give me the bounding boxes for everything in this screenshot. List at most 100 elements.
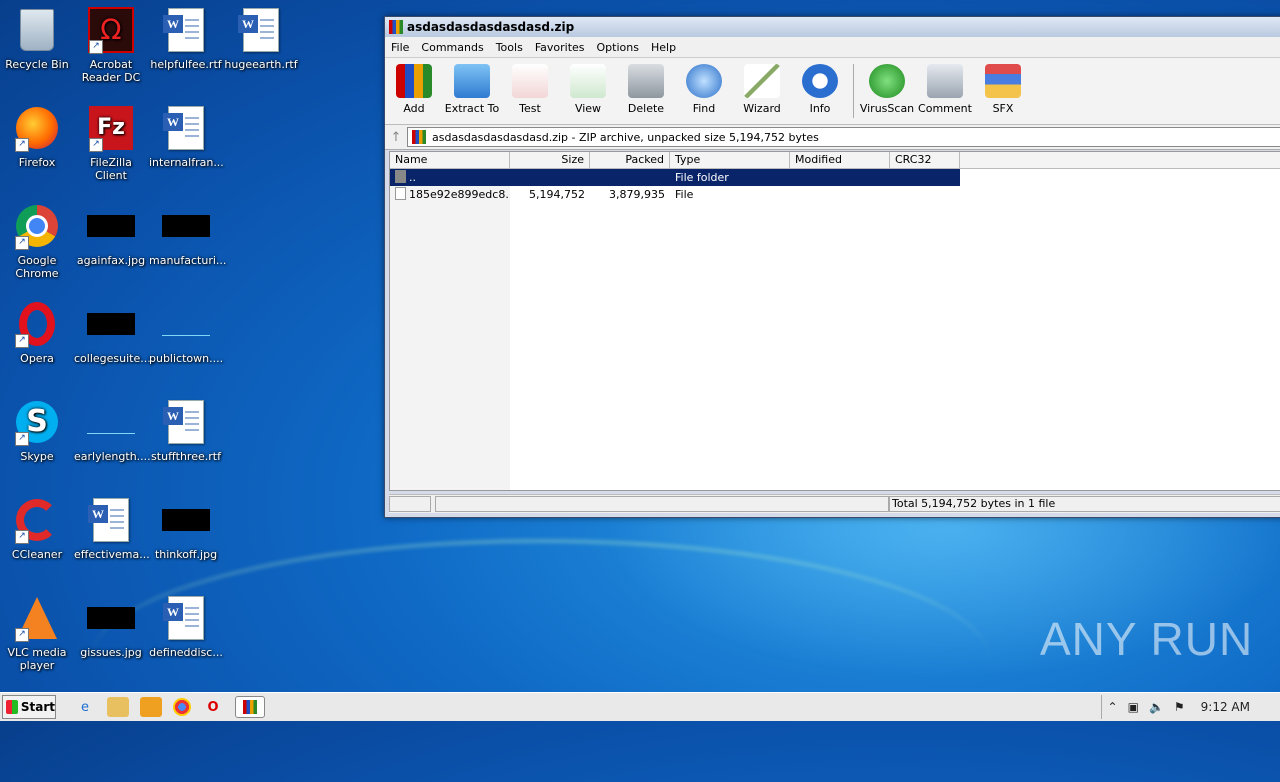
jpg-thumb-icon [162, 300, 210, 348]
menu-tools[interactable]: Tools [490, 41, 529, 54]
clock[interactable]: 9:12 AM [1201, 700, 1250, 714]
file-icon [395, 187, 406, 200]
toolbar-find-button[interactable]: Find [675, 62, 733, 115]
col-packed[interactable]: Packed [590, 152, 670, 168]
desktop-icon[interactable]: Whugeearth.rtf [224, 6, 298, 71]
toolbar-delete-button[interactable]: Delete [617, 62, 675, 115]
col-size[interactable]: Size [510, 152, 590, 168]
desktop-icon[interactable]: gissues.jpg [74, 594, 148, 659]
menu-help[interactable]: Help [645, 41, 682, 54]
file-list[interactable]: Name Size Packed Type Modified CRC32 .. F… [389, 151, 1280, 491]
menu-file[interactable]: File [385, 41, 415, 54]
toolbar-add-button[interactable]: Add [385, 62, 443, 115]
table-row[interactable]: .. File folder [390, 169, 960, 186]
desktop-icon-label: effectivema... [74, 548, 150, 561]
desktop-icon[interactable]: Ω ↗ Acrobat Reader DC [74, 6, 148, 84]
toolbar-extract-to-button[interactable]: Extract To [443, 62, 501, 115]
system-tray: ⌃ ▣ 🔈 ⚑ 9:12 AM [1100, 695, 1280, 719]
desktop-icon[interactable]: Wstuffthree.rtf [149, 398, 223, 463]
table-row[interactable]: 185e92e899edc8... 5,194,752 3,879,935 File [390, 186, 1280, 203]
col-name[interactable]: Name [390, 152, 510, 168]
comment-icon [927, 64, 963, 98]
desktop-icon[interactable]: collegesuite.... [74, 300, 154, 365]
desktop-icon-label: stuffthree.rtf [151, 450, 221, 463]
word-doc-icon: W [87, 496, 135, 544]
jpg-thumb-icon [87, 300, 135, 348]
toolbar-test-button[interactable]: Test [501, 62, 559, 115]
ie-icon[interactable]: e [74, 697, 96, 717]
table-cell: 5,194,752 [529, 188, 585, 201]
desktop-icon[interactable]: thinkoff.jpg [149, 496, 223, 561]
view-icon [570, 64, 606, 98]
menu-favorites[interactable]: Favorites [529, 41, 591, 54]
toolbar-virusscan-button[interactable]: VirusScan [858, 62, 916, 115]
network-icon[interactable]: ▣ [1128, 700, 1139, 714]
desktop-icon[interactable]: ↗ CCleaner [0, 496, 74, 561]
desktop-icon[interactable]: againfax.jpg [74, 202, 148, 267]
desktop-icon-label: VLC media player [7, 646, 67, 672]
jpg-thumb-icon [87, 398, 135, 446]
desktop-icon[interactable]: earlylength.... [74, 398, 151, 463]
toolbar-comment-button[interactable]: Comment [916, 62, 974, 115]
desktop-icon[interactable]: Fz ↗ FileZilla Client [74, 104, 148, 182]
table-cell [790, 186, 890, 203]
winrar-taskbar-icon[interactable] [235, 696, 265, 718]
tray-expand-icon[interactable]: ⌃ [1108, 700, 1118, 714]
desktop-icon-label: Skype [20, 450, 54, 463]
desktop-icon[interactable]: ↗ Firefox [0, 104, 74, 169]
desktop-icon[interactable]: Winternalfran... [149, 104, 224, 169]
toolbar-view-button[interactable]: View [559, 62, 617, 115]
volume-icon[interactable]: 🔈 [1149, 700, 1164, 714]
desktop-icon-label: helpfulfee.rtf [150, 58, 222, 71]
desktop-icon[interactable]: ↗ Opera [0, 300, 74, 365]
window-title: asdasdasdasdasdasd.zip [407, 20, 575, 34]
menu-options[interactable]: Options [591, 41, 645, 54]
up-arrow-icon[interactable]: ↑ [385, 130, 407, 145]
desktop-icon-label: Google Chrome [15, 254, 59, 280]
toolbar-label: Wizard [743, 102, 781, 115]
toolbar-info-button[interactable]: Info [791, 62, 849, 115]
col-type[interactable]: Type [670, 152, 790, 168]
title-bar[interactable]: asdasdasdasdasdasd.zip [385, 17, 1280, 37]
toolbar-label: Extract To [444, 102, 500, 115]
find-icon [686, 64, 722, 98]
col-crc32[interactable]: CRC32 [890, 152, 960, 168]
desktop-icon[interactable]: ↗ VLC media player [0, 594, 74, 672]
table-cell [590, 169, 670, 186]
drive-icon [389, 496, 431, 512]
desktop-icon-label: earlylength.... [74, 450, 151, 463]
menu-bar: File Commands Tools Favorites Options Help [385, 37, 1280, 58]
desktop-icon[interactable]: manufacturi... [149, 202, 226, 267]
toolbar-label: Test [519, 102, 541, 115]
desktop-icon[interactable]: ↗ Google Chrome [0, 202, 74, 280]
flag-icon[interactable]: ⚑ [1174, 700, 1185, 714]
toolbar-wizard-button[interactable]: Wizard [733, 62, 791, 115]
winrar-window[interactable]: asdasdasdasdasdasd.zip File Commands Tools… [384, 16, 1280, 518]
word-doc-icon: W [162, 398, 210, 446]
col-modified[interactable]: Modified [790, 152, 890, 168]
chrome-taskbar-icon[interactable] [173, 698, 191, 716]
jpg-thumb-icon [87, 202, 135, 250]
extract-icon [454, 64, 490, 98]
desktop-icon[interactable]: Wdefineddisc... [149, 594, 223, 659]
word-doc-icon: W [162, 6, 210, 54]
media-player-icon[interactable] [140, 697, 162, 717]
desktop-icon-label: gissues.jpg [80, 646, 142, 659]
desktop-icon[interactable]: S ↗ Skype [0, 398, 74, 463]
desktop-icon[interactable]: Weffectivema... [74, 496, 150, 561]
status-bar: Total 5,194,752 bytes in 1 file [389, 494, 1280, 513]
desktop-icon[interactable]: publictown.... [149, 300, 223, 365]
opera-taskbar-icon[interactable]: O [202, 697, 224, 717]
address-text: asdasdasdasdasdasd.zip - ZIP archive, un… [432, 130, 819, 144]
explorer-icon[interactable] [107, 697, 129, 717]
desktop-icon[interactable]: Whelpfulfee.rtf [149, 6, 223, 71]
address-field[interactable]: asdasdasdasdasdasd.zip - ZIP archive, un… [407, 127, 1280, 147]
acrobat-icon: Ω ↗ [87, 6, 135, 54]
desktop-icon[interactable]: Recycle Bin [0, 6, 74, 71]
chrome-icon: ↗ [13, 202, 61, 250]
menu-commands[interactable]: Commands [415, 41, 489, 54]
start-button[interactable]: Start [2, 695, 56, 719]
vlc-icon: ↗ [13, 594, 61, 642]
toolbar-sfx-button[interactable]: SFX [974, 62, 1032, 115]
add-archive-icon [396, 64, 432, 98]
